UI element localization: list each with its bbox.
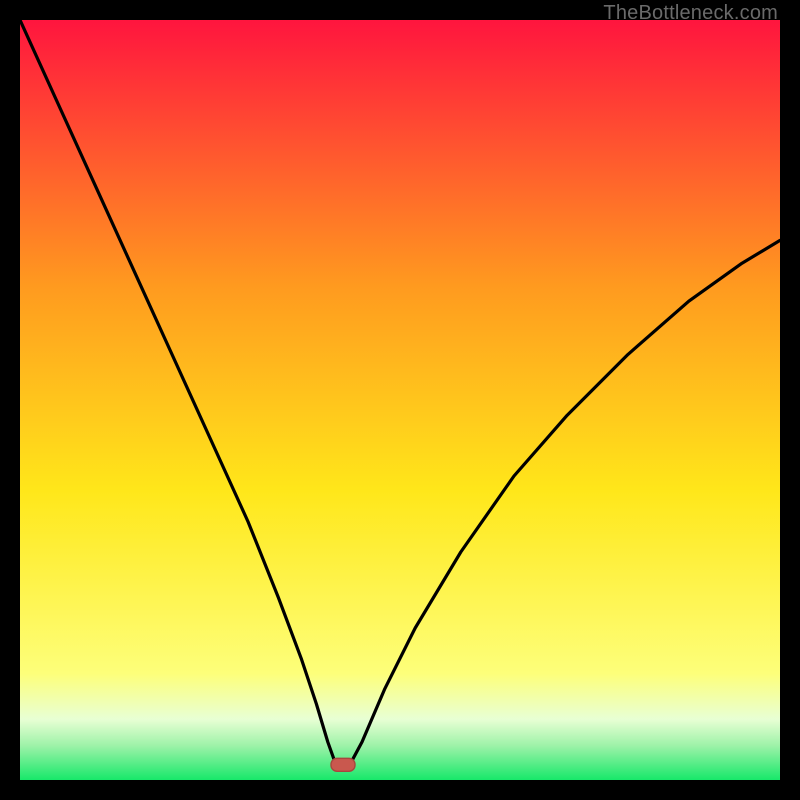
gradient-background xyxy=(20,20,780,780)
watermark-text: TheBottleneck.com xyxy=(603,2,778,25)
chart-frame xyxy=(20,20,780,780)
optimal-point-marker xyxy=(331,758,355,771)
chart-svg xyxy=(20,20,780,780)
